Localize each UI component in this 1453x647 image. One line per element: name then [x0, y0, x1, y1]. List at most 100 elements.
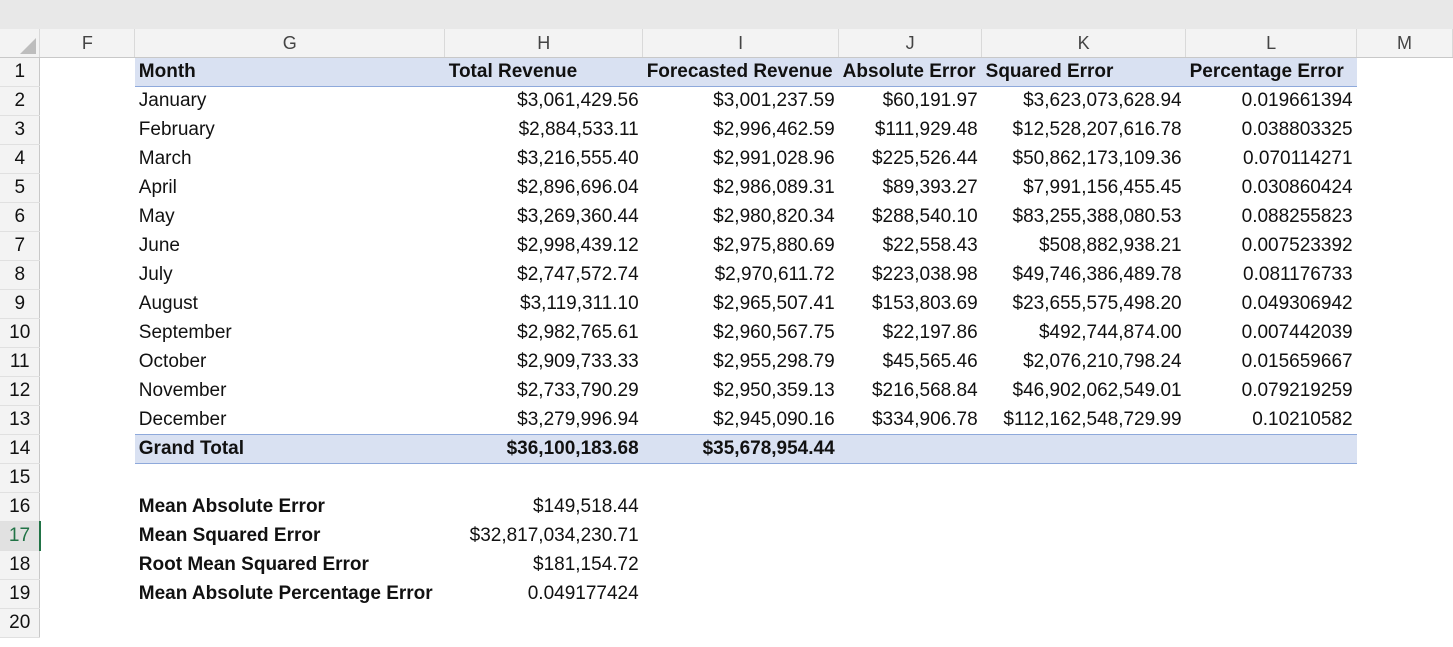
cell[interactable] [643, 493, 839, 522]
row-number[interactable]: 5 [0, 173, 41, 203]
grand-total-label[interactable]: Grand Total [134, 434, 445, 464]
total-revenue-cell[interactable]: $3,216,555.40 [445, 145, 643, 174]
month-cell[interactable]: November [135, 377, 445, 406]
total-revenue-cell[interactable]: $2,909,733.33 [445, 348, 643, 377]
percentage-error-cell[interactable]: 0.030860424 [1186, 174, 1357, 203]
month-cell[interactable]: December [135, 406, 445, 435]
row-number[interactable]: 15 [0, 463, 41, 493]
month-cell[interactable]: February [135, 116, 445, 145]
month-cell[interactable]: July [135, 261, 445, 290]
metric-label[interactable]: Mean Absolute Percentage Error [135, 580, 445, 609]
cell[interactable] [981, 434, 1186, 464]
percentage-error-cell[interactable]: 0.015659667 [1186, 348, 1357, 377]
absolute-error-cell[interactable]: $22,558.43 [839, 232, 982, 261]
cell[interactable] [1357, 261, 1453, 290]
cell[interactable] [1186, 522, 1357, 551]
forecasted-revenue-cell[interactable]: $2,991,028.96 [643, 145, 839, 174]
total-revenue-cell[interactable]: $2,998,439.12 [445, 232, 643, 261]
row-number[interactable]: 18 [0, 550, 41, 580]
forecasted-revenue-cell[interactable]: $2,960,567.75 [643, 319, 839, 348]
squared-error-cell[interactable]: $49,746,386,489.78 [982, 261, 1186, 290]
absolute-error-cell[interactable]: $111,929.48 [839, 116, 982, 145]
total-revenue-cell[interactable]: $3,119,311.10 [445, 290, 643, 319]
forecasted-revenue-cell[interactable]: $2,955,298.79 [643, 348, 839, 377]
cell[interactable] [1357, 464, 1453, 493]
squared-error-cell[interactable]: $112,162,548,729.99 [982, 406, 1186, 435]
cell[interactable] [982, 493, 1186, 522]
cell[interactable] [1357, 435, 1453, 464]
total-revenue-cell[interactable]: $2,747,572.74 [445, 261, 643, 290]
cell[interactable] [1186, 551, 1357, 580]
percentage-error-cell[interactable]: 0.019661394 [1186, 87, 1357, 116]
month-cell[interactable]: May [135, 203, 445, 232]
total-revenue-cell[interactable]: $2,896,696.04 [445, 174, 643, 203]
cell[interactable] [40, 551, 135, 580]
total-revenue-cell[interactable]: $3,061,429.56 [445, 87, 643, 116]
absolute-error-cell[interactable]: $288,540.10 [839, 203, 982, 232]
metric-value[interactable]: 0.049177424 [445, 580, 643, 609]
absolute-error-cell[interactable]: $216,568.84 [839, 377, 982, 406]
percentage-error-cell[interactable]: 0.079219259 [1186, 377, 1357, 406]
cell[interactable] [40, 348, 135, 377]
cell[interactable] [839, 464, 982, 493]
month-cell[interactable]: August [135, 290, 445, 319]
squared-error-cell[interactable]: $12,528,207,616.78 [982, 116, 1186, 145]
cell[interactable] [40, 116, 135, 145]
row-number[interactable]: 4 [0, 144, 41, 174]
cell[interactable] [1357, 203, 1453, 232]
cell[interactable] [982, 609, 1186, 638]
cell[interactable] [982, 580, 1186, 609]
cell[interactable] [40, 377, 135, 406]
total-revenue-cell[interactable]: $2,733,790.29 [445, 377, 643, 406]
squared-error-cell[interactable]: $2,076,210,798.24 [982, 348, 1186, 377]
header-forecasted-revenue[interactable]: Forecasted Revenue [642, 57, 839, 87]
column-header-g[interactable]: G [134, 29, 446, 58]
month-cell[interactable]: June [135, 232, 445, 261]
squared-error-cell[interactable]: $3,623,073,628.94 [982, 87, 1186, 116]
cell[interactable] [643, 551, 839, 580]
cell[interactable] [839, 493, 982, 522]
cell[interactable] [1357, 232, 1453, 261]
metric-label[interactable]: Mean Absolute Error [135, 493, 445, 522]
cell[interactable] [839, 609, 982, 638]
total-revenue-cell[interactable]: $2,884,533.11 [445, 116, 643, 145]
squared-error-cell[interactable]: $50,862,173,109.36 [982, 145, 1186, 174]
total-revenue-cell[interactable]: $3,269,360.44 [445, 203, 643, 232]
percentage-error-cell[interactable]: 0.081176733 [1186, 261, 1357, 290]
row-number[interactable]: 20 [0, 608, 41, 638]
spreadsheet-grid[interactable]: F G H I J K L M 1 Month Total Revenue Fo… [0, 29, 1453, 647]
cell[interactable] [1186, 493, 1357, 522]
percentage-error-cell[interactable]: 0.007442039 [1186, 319, 1357, 348]
column-header-l[interactable]: L [1185, 29, 1358, 58]
squared-error-cell[interactable]: $7,991,156,455.45 [982, 174, 1186, 203]
cell[interactable] [445, 609, 643, 638]
month-cell[interactable]: September [135, 319, 445, 348]
cell[interactable] [1357, 58, 1453, 87]
cell[interactable] [1357, 493, 1453, 522]
absolute-error-cell[interactable]: $225,526.44 [839, 145, 982, 174]
header-month[interactable]: Month [134, 57, 445, 87]
forecasted-revenue-cell[interactable]: $2,980,820.34 [643, 203, 839, 232]
metric-label[interactable]: Root Mean Squared Error [135, 551, 445, 580]
cell[interactable] [40, 319, 135, 348]
row-number[interactable]: 13 [0, 405, 41, 435]
cell[interactable] [40, 580, 135, 609]
cell[interactable] [982, 464, 1186, 493]
select-all-corner[interactable] [0, 29, 41, 58]
cell[interactable] [1357, 116, 1453, 145]
cell[interactable] [1357, 319, 1453, 348]
header-absolute-error[interactable]: Absolute Error [838, 57, 982, 87]
forecasted-revenue-cell[interactable]: $2,950,359.13 [643, 377, 839, 406]
grand-total-revenue[interactable]: $36,100,183.68 [444, 434, 643, 464]
month-cell[interactable]: January [135, 87, 445, 116]
cell[interactable] [1357, 145, 1453, 174]
metric-value[interactable]: $181,154.72 [445, 551, 643, 580]
column-header-m[interactable]: M [1356, 29, 1453, 58]
month-cell[interactable]: October [135, 348, 445, 377]
row-number[interactable]: 19 [0, 579, 41, 609]
forecasted-revenue-cell[interactable]: $2,975,880.69 [643, 232, 839, 261]
cell[interactable] [40, 261, 135, 290]
squared-error-cell[interactable]: $46,902,062,549.01 [982, 377, 1186, 406]
row-number[interactable]: 17 [0, 521, 41, 551]
row-number[interactable]: 14 [0, 434, 41, 464]
